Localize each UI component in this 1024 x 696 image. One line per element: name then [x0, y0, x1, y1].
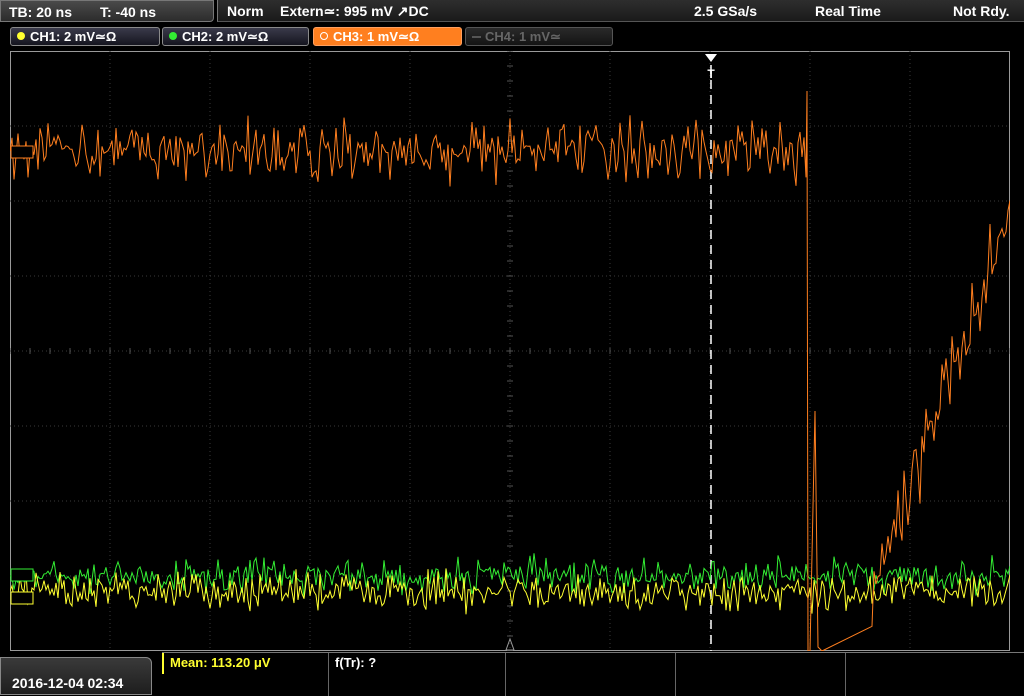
channel-2-tab[interactable]: CH2: 2 mV≃Ω	[162, 27, 309, 46]
frequency-measurement[interactable]: f(Tr): ?	[329, 653, 506, 674]
channel-1-tab[interactable]: CH1: 2 mV≃Ω	[10, 27, 160, 46]
trigger-mode: Norm	[227, 3, 264, 19]
timebase-value: TB: 20 ns	[9, 4, 73, 20]
datetime-panel: 2016-12-04 02:34	[0, 657, 152, 695]
channel-1-offset-marker[interactable]	[10, 591, 34, 605]
waveform-plot: T	[10, 51, 1010, 651]
channel-3-offset-marker[interactable]	[10, 145, 34, 159]
trigger-position-marker[interactable]: T	[705, 54, 717, 651]
measurement-slot-9[interactable]	[676, 674, 846, 696]
timebase-panel[interactable]: TB: 20 ns T: -40 ns	[0, 0, 214, 22]
channel-2-offset-marker[interactable]	[10, 568, 34, 582]
trigger-marker-label: T	[707, 67, 715, 81]
graticule-grid	[10, 51, 1010, 651]
acquisition-mode: Real Time	[815, 3, 881, 19]
measurement-slot-6[interactable]	[162, 674, 329, 696]
mean-measurement[interactable]: Mean: 113.20 μV	[162, 653, 329, 674]
frequency-measurement-label: f(Tr): ?	[335, 655, 377, 670]
channel-4-label: CH4: 1 mV≃	[485, 29, 561, 44]
trigger-time-value: T: -40 ns	[100, 4, 157, 20]
trigger-source: Extern≃: 995 mV ↗DC	[280, 3, 429, 19]
measurement-slot-10[interactable]	[846, 674, 1024, 696]
measurement-slot-7[interactable]	[329, 674, 506, 696]
channel-2-indicator-icon	[169, 32, 177, 40]
measurement-slot-8[interactable]	[506, 674, 676, 696]
acquisition-status: Not Rdy.	[953, 3, 1010, 19]
measurement-slot-3[interactable]	[506, 653, 676, 674]
datetime-value: 2016-12-04 02:34	[12, 675, 124, 691]
measurement-panel: Mean: 113.20 μV f(Tr): ?	[162, 652, 1024, 696]
mean-measurement-label: Mean: 113.20 μV	[170, 655, 271, 670]
sample-rate: 2.5 GSa/s	[694, 3, 758, 19]
channel-4-indicator-icon	[472, 36, 481, 38]
trigger-arrow-icon	[705, 54, 717, 62]
channel-3-label: CH3: 1 mV≃Ω	[333, 29, 420, 44]
channel-1-label: CH1: 2 mV≃Ω	[30, 29, 117, 44]
measurement-slot-4[interactable]	[676, 653, 846, 674]
channel-4-tab[interactable]: CH4: 1 mV≃	[465, 27, 613, 46]
channel-3-tab[interactable]: CH3: 1 mV≃Ω	[313, 27, 462, 46]
channel-3-indicator-icon	[320, 32, 328, 40]
trigger-status-panel[interactable]: Norm Extern≃: 995 mV ↗DC 2.5 GSa/s Real …	[217, 0, 1024, 22]
channel-1-indicator-icon	[17, 32, 25, 40]
trigger-offset-icon	[505, 637, 515, 651]
top-status-bar: TB: 20 ns T: -40 ns Norm Extern≃: 995 mV…	[0, 0, 1024, 24]
channel-2-label: CH2: 2 mV≃Ω	[182, 29, 269, 44]
measurement-slot-5[interactable]	[846, 653, 1024, 674]
